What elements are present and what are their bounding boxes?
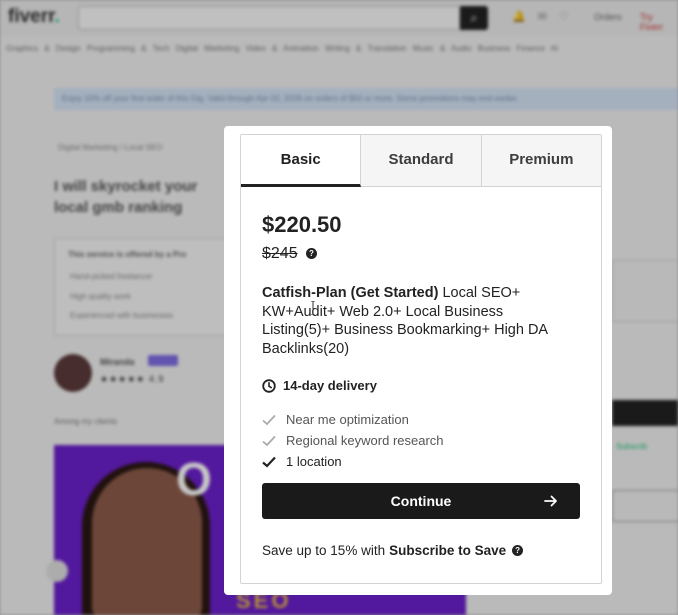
tab-premium[interactable]: Premium [481, 135, 601, 187]
feature-item: Regional keyword research [262, 433, 444, 448]
save-text: Save up to 15% with [262, 543, 386, 558]
feature-item: 1 location [262, 454, 342, 469]
check-icon [262, 456, 276, 468]
check-icon [262, 435, 276, 446]
feature-label: 1 location [286, 454, 342, 469]
feature-label: Regional keyword research [286, 433, 444, 448]
package-price: $220.50 [262, 212, 342, 237]
continue-button[interactable]: Continue [262, 483, 580, 519]
tab-standard[interactable]: Standard [361, 135, 482, 187]
package-description: Catfish-Plan (Get Started) Local SEO+ KW… [262, 284, 562, 358]
check-icon [262, 414, 276, 425]
package-modal: Basic Standard Premium $220.50 $245 ? Ca… [224, 126, 612, 595]
subscribe-to-save-link[interactable]: Subscribe to Save [389, 543, 506, 558]
subscribe-save-row: Save up to 15% with Subscribe to Save ? [262, 543, 524, 558]
continue-label: Continue [390, 493, 452, 509]
info-icon[interactable]: ? [306, 248, 317, 259]
feature-item: Near me optimization [262, 412, 409, 427]
package-tabs: Basic Standard Premium [241, 135, 601, 187]
clock-icon [262, 378, 276, 393]
info-icon[interactable]: ? [512, 545, 524, 556]
feature-label: Near me optimization [286, 412, 409, 427]
tab-basic[interactable]: Basic [241, 135, 362, 187]
original-price: $245 [262, 245, 298, 262]
text-cursor-icon [311, 301, 315, 315]
arrow-right-icon [544, 495, 557, 507]
delivery-time: 14-day delivery [262, 378, 377, 393]
package-title: Catfish-Plan (Get Started) [262, 285, 439, 301]
delivery-label: 14-day delivery [283, 378, 377, 393]
package-card: Basic Standard Premium $220.50 $245 ? Ca… [240, 134, 602, 584]
